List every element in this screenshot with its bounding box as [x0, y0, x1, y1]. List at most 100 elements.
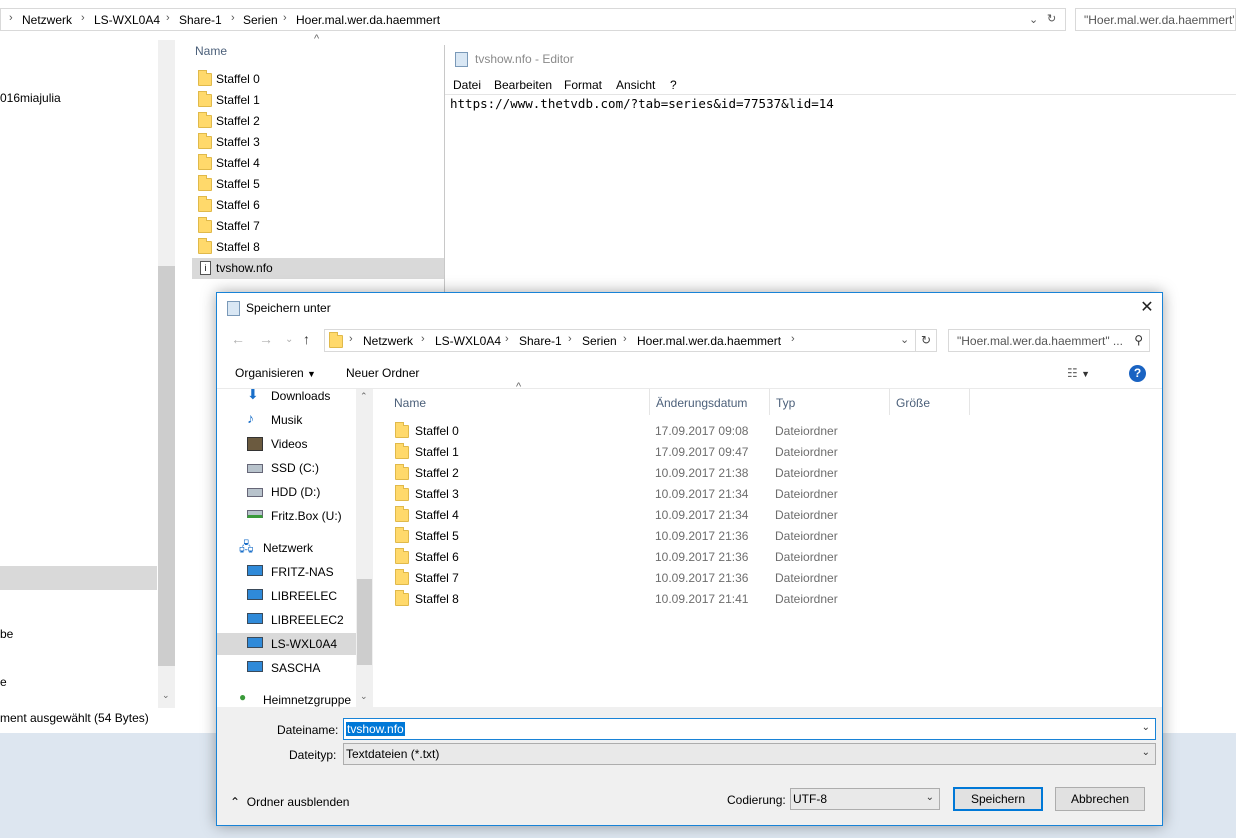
menu-help[interactable]: ? [670, 78, 677, 92]
menu-format[interactable]: Format [564, 78, 602, 92]
close-icon[interactable]: ✕ [1132, 293, 1162, 323]
row-date: 10.09.2017 21:34 [655, 487, 749, 501]
nav-item-musik[interactable]: ♪ Musik [243, 409, 372, 431]
refresh-icon[interactable]: ↻ [1047, 12, 1056, 25]
dialog-search-input[interactable]: "Hoer.mal.wer.da.haemmert" ... ⚲ [948, 329, 1150, 352]
table-row[interactable]: Staffel 2 10.09.2017 21:38 Dateiordner [393, 462, 953, 483]
chevron-up-icon: ⌃ [230, 795, 241, 809]
breadcrumb-item[interactable]: LS-WXL0A4 [435, 334, 501, 348]
breadcrumb-item[interactable]: Share-1 [519, 334, 562, 348]
menu-bearbeiten[interactable]: Bearbeiten [494, 78, 552, 92]
scrollbar-thumb[interactable] [158, 266, 175, 666]
save-button[interactable]: Speichern [953, 787, 1043, 811]
breadcrumb-item[interactable]: Netzwerk [363, 334, 413, 348]
nav-pane-scrollbar[interactable]: ⌃ ⌄ [356, 389, 373, 707]
chevron-down-icon[interactable]: ⌄ [162, 690, 170, 701]
scrollbar-thumb[interactable] [357, 579, 372, 665]
chevron-down-icon[interactable]: ⌄ [360, 691, 368, 702]
nav-item-selected[interactable] [0, 566, 157, 590]
dialog-title-bar[interactable]: Speichern unter ✕ [217, 293, 1162, 323]
chevron-down-icon[interactable]: ⌄ [926, 792, 934, 803]
column-header-size[interactable]: Größe [890, 389, 970, 415]
breadcrumb-item[interactable]: Serien [243, 13, 278, 27]
nav-item-fragment[interactable]: 016miajulia [0, 91, 61, 105]
list-item[interactable]: Staffel 2 [197, 111, 443, 132]
list-item[interactable]: Staffel 8 [197, 237, 443, 258]
list-item[interactable]: Staffel 6 [197, 195, 443, 216]
nav-item-fragment[interactable]: e [0, 675, 7, 689]
list-item-selected[interactable]: i tvshow.nfo [192, 258, 444, 279]
editor-title-bar[interactable]: tvshow.nfo - Editor [445, 45, 1236, 73]
explorer-address-bar[interactable]: › Netzwerk › LS-WXL0A4 › Share-1 › Serie… [0, 8, 1066, 31]
nav-item-netzwerk[interactable]: 🖧 Netzwerk [235, 537, 372, 559]
breadcrumb-item[interactable]: Hoer.mal.wer.da.haemmert [637, 334, 781, 348]
help-icon[interactable]: ? [1129, 365, 1146, 382]
nav-item-fragment[interactable]: be [0, 627, 13, 641]
chevron-down-icon[interactable]: ⌄ [285, 334, 293, 345]
chevron-up-icon[interactable]: ⌃ [360, 391, 368, 402]
breadcrumb-item[interactable]: LS-WXL0A4 [94, 13, 160, 27]
table-row[interactable]: Staffel 3 10.09.2017 21:34 Dateiordner [393, 483, 953, 504]
chevron-down-icon[interactable]: ⌄ [1142, 747, 1150, 758]
table-row[interactable]: Staffel 7 10.09.2017 21:36 Dateiordner [393, 567, 953, 588]
menu-datei[interactable]: Datei [453, 78, 481, 92]
editor-text-area[interactable]: https://www.thetvdb.com/?tab=series&id=7… [450, 96, 834, 111]
cancel-button[interactable]: Abbrechen [1055, 787, 1145, 811]
table-row[interactable]: Staffel 8 10.09.2017 21:41 Dateiordner [393, 588, 953, 609]
list-item[interactable]: Staffel 1 [197, 90, 443, 111]
chevron-down-icon[interactable]: ⌄ [900, 333, 909, 346]
chevron-down-icon[interactable]: ⌄ [1142, 722, 1150, 733]
table-row[interactable]: Staffel 6 10.09.2017 21:36 Dateiordner [393, 546, 953, 567]
chevron-right-icon: › [9, 12, 13, 24]
list-item[interactable]: Staffel 4 [197, 153, 443, 174]
up-arrow-icon[interactable]: ↑ [303, 331, 310, 347]
breadcrumb-item[interactable]: Hoer.mal.wer.da.haemmert [296, 13, 440, 27]
new-folder-button[interactable]: Neuer Ordner [346, 366, 419, 380]
breadcrumb-item[interactable]: Share-1 [179, 13, 222, 27]
column-header-name[interactable]: Name [388, 389, 650, 415]
filename-label: Dateiname: [277, 723, 339, 737]
forward-arrow-icon[interactable]: → [259, 331, 273, 347]
filetype-select[interactable]: Textdateien (*.txt) ⌄ [343, 743, 1156, 765]
table-row[interactable]: Staffel 5 10.09.2017 21:36 Dateiordner [393, 525, 953, 546]
nav-item-ls-wxl0a4[interactable]: LS-WXL0A4 [217, 633, 356, 655]
search-placeholder: "Hoer.mal.wer.da.haemmert" ... [957, 334, 1123, 348]
explorer-search-input[interactable]: "Hoer.mal.wer.da.haemmert" [1075, 8, 1236, 31]
encoding-select[interactable]: UTF-8 ⌄ [790, 788, 940, 810]
table-row[interactable]: Staffel 1 17.09.2017 09:47 Dateiordner [393, 441, 953, 462]
computer-icon [247, 613, 263, 624]
nav-item-sascha[interactable]: SASCHA [243, 657, 372, 679]
list-item[interactable]: Staffel 7 [197, 216, 443, 237]
row-type: Dateiordner [775, 466, 838, 480]
column-header-type[interactable]: Typ [770, 389, 890, 415]
list-item[interactable]: Staffel 5 [197, 174, 443, 195]
back-arrow-icon[interactable]: ← [231, 331, 245, 347]
nav-item-fritz-nas[interactable]: FRITZ-NAS [243, 561, 372, 583]
breadcrumb-item[interactable]: Netzwerk [22, 13, 72, 27]
nav-item-hdd[interactable]: HDD (D:) [243, 481, 372, 503]
organize-button[interactable]: Organisieren ▼ [235, 366, 316, 380]
view-options-icon[interactable]: ☷ ▼ [1067, 366, 1090, 380]
breadcrumb-item[interactable]: Serien [582, 334, 617, 348]
explorer-nav-scrollbar[interactable]: ⌄ [158, 40, 175, 708]
table-row[interactable]: Staffel 4 10.09.2017 21:34 Dateiordner [393, 504, 953, 525]
filename-field[interactable]: tvshow.nfo ⌄ [343, 718, 1156, 740]
nav-item-heimnetzgruppe[interactable]: ● Heimnetzgruppe [235, 689, 372, 707]
dialog-address-bar[interactable]: › Netzwerk › LS-WXL0A4 › Share-1 › Serie… [324, 329, 916, 352]
chevron-down-icon[interactable]: ⌄ [1029, 13, 1038, 26]
nav-item-libreelec[interactable]: LIBREELEC [243, 585, 372, 607]
nav-item-ssd[interactable]: SSD (C:) [243, 457, 372, 479]
column-header-name[interactable]: Name [195, 44, 227, 58]
nav-item-libreelec2[interactable]: LIBREELEC2 [243, 609, 372, 631]
list-item[interactable]: Staffel 3 [197, 132, 443, 153]
refresh-icon[interactable]: ↻ [916, 329, 937, 352]
nav-item-videos[interactable]: Videos [243, 433, 372, 455]
table-row[interactable]: Staffel 0 17.09.2017 09:08 Dateiordner [393, 420, 953, 441]
hide-folders-button[interactable]: ⌃ Ordner ausblenden [230, 795, 349, 809]
column-header-date[interactable]: Änderungsdatum [650, 389, 770, 415]
computer-icon [247, 637, 263, 648]
menu-ansicht[interactable]: Ansicht [616, 78, 655, 92]
nav-item-downloads[interactable]: ⬇ Downloads [243, 389, 372, 407]
nav-item-fritzbox[interactable]: Fritz.Box (U:) [243, 505, 372, 527]
list-item[interactable]: Staffel 0 [197, 69, 443, 90]
